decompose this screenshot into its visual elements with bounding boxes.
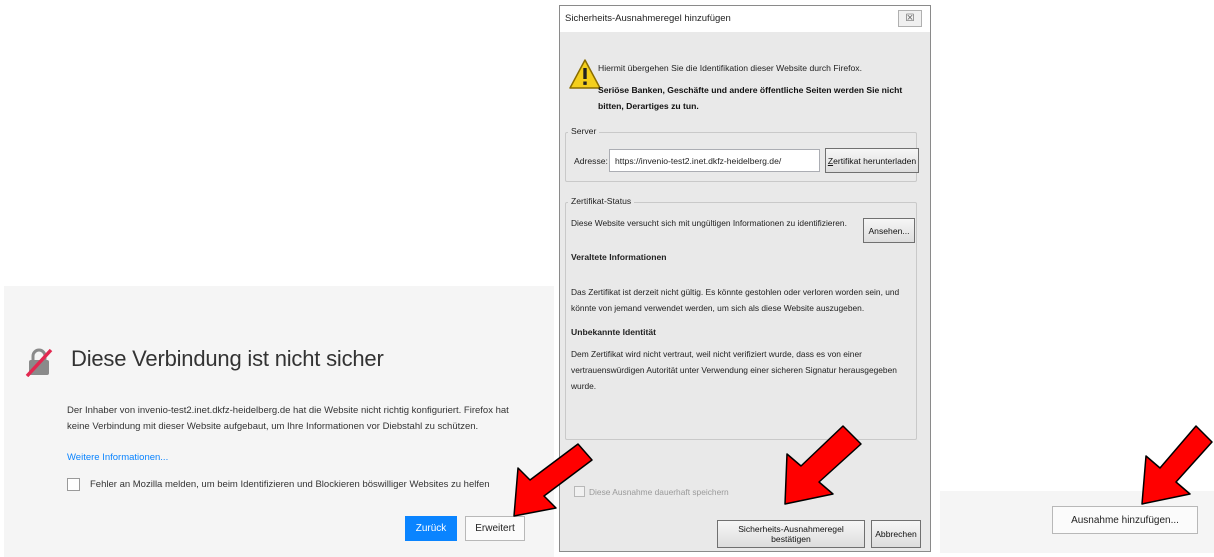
download-button-label: ertifikat herunterladen <box>833 155 917 166</box>
confirm-exception-button[interactable]: Sicherheits-Ausnahmeregel bestätigen <box>717 520 865 548</box>
page-description: Der Inhaber von invenio-test2.inet.dkfz-… <box>67 405 509 432</box>
add-security-exception-dialog: Sicherheits-Ausnahmeregel hinzufügen ☒ H… <box>559 5 931 552</box>
insecure-connection-page: Diese Verbindung ist nicht sicher Der In… <box>4 286 554 557</box>
outdated-info-text: Das Zertifikat ist derzeit nicht gültig.… <box>571 287 900 313</box>
address-label: Adresse: <box>574 156 608 166</box>
more-info-link[interactable]: Weitere Informationen... <box>67 452 168 463</box>
add-exception-button[interactable]: Ausnahme hinzufügen... <box>1052 506 1198 534</box>
certificate-status-text: Diese Website versucht sich mit ungültig… <box>571 218 847 228</box>
download-certificate-button[interactable]: Zertifikat herunterladen <box>825 148 919 173</box>
address-input[interactable] <box>609 149 820 172</box>
server-legend: Server <box>568 126 600 136</box>
unknown-identity-heading: Unbekannte Identität <box>571 327 656 337</box>
unknown-identity-text: Dem Zertifikat wird nicht vertraut, weil… <box>571 349 897 391</box>
permanent-exception-label: Diese Ausnahme dauerhaft speichern <box>589 486 729 497</box>
dialog-titlebar: Sicherheits-Ausnahmeregel hinzufügen ☒ <box>560 6 930 32</box>
page-title: Diese Verbindung ist nicht sicher <box>71 346 384 371</box>
advanced-button[interactable]: Erweitert <box>465 516 525 541</box>
permanent-exception-row[interactable]: Diese Ausnahme dauerhaft speichern <box>574 486 729 497</box>
outdated-info-heading: Veraltete Informationen <box>571 252 667 262</box>
report-error-row[interactable]: Fehler an Mozilla melden, um beim Identi… <box>67 478 490 491</box>
cancel-button[interactable]: Abbrechen <box>871 520 921 548</box>
warning-line-1: Hiermit übergehen Sie die Identifikation… <box>598 63 862 73</box>
back-button[interactable]: Zurück <box>405 516 457 541</box>
dialog-title: Sicherheits-Ausnahmeregel hinzufügen <box>565 13 731 24</box>
report-error-checkbox[interactable] <box>67 478 80 491</box>
warning-triangle-icon <box>569 59 601 89</box>
broken-lock-icon <box>25 348 53 377</box>
warning-line-2: Seriöse Banken, Geschäfte und andere öff… <box>598 85 903 111</box>
certificate-status-legend: Zertifikat-Status <box>568 196 635 206</box>
report-error-label: Fehler an Mozilla melden, um beim Identi… <box>90 479 490 490</box>
permanent-exception-checkbox[interactable] <box>574 486 585 497</box>
close-icon[interactable]: ☒ <box>898 10 922 27</box>
view-certificate-button[interactable]: Ansehen... <box>863 218 915 243</box>
add-exception-panel: Ausnahme hinzufügen... <box>940 491 1214 553</box>
